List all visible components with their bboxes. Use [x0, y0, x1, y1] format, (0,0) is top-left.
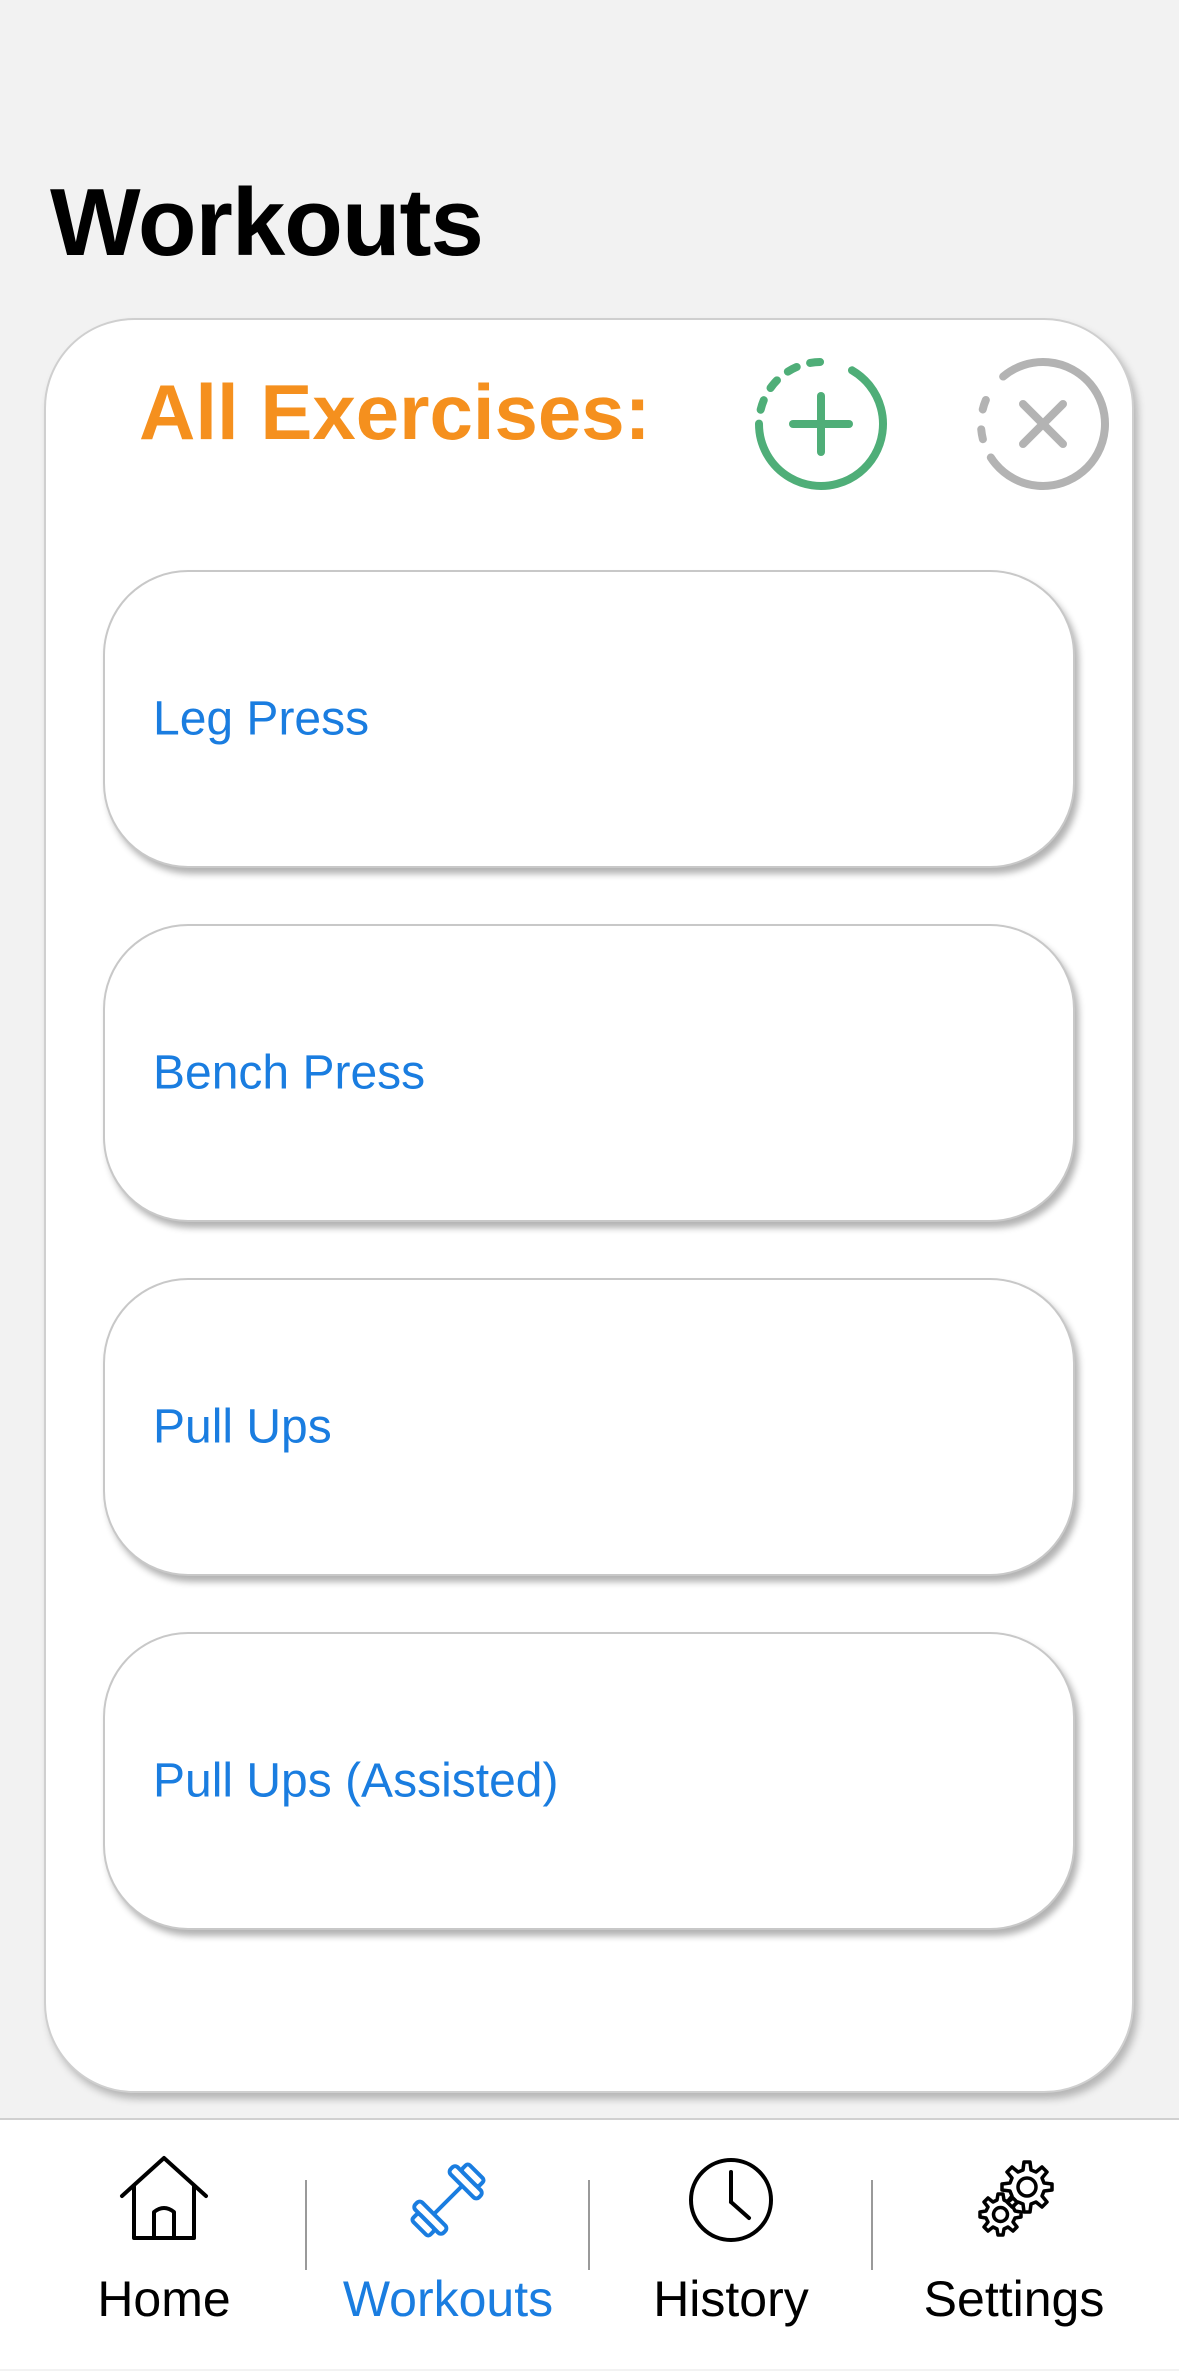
exercise-label: Leg Press: [153, 692, 370, 746]
exercise-label: Pull Ups: [153, 1400, 332, 1454]
tab-history[interactable]: History: [591, 2120, 871, 2371]
tab-label: Home: [97, 2271, 231, 2327]
tab-workouts[interactable]: Workouts: [308, 2120, 588, 2371]
tab-divider: [588, 2180, 590, 2270]
add-exercise-button[interactable]: [751, 354, 891, 494]
tab-divider: [871, 2180, 873, 2270]
exercise-card-leg-press[interactable]: Leg Press: [103, 570, 1075, 868]
exercise-card-bench-press[interactable]: Bench Press: [103, 924, 1075, 1222]
tab-home[interactable]: Home: [24, 2120, 304, 2371]
all-exercises-panel: All Exercises: Leg Press Bench Press Pul…: [44, 318, 1134, 2093]
tab-settings[interactable]: Settings: [874, 2120, 1154, 2371]
add-circle-icon: [755, 358, 887, 490]
tab-label: Workouts: [342, 2271, 554, 2327]
tab-bar: Home Workouts History Settings: [0, 2118, 1179, 2369]
house-icon: [114, 2150, 214, 2250]
tab-label: Settings: [923, 2271, 1105, 2327]
panel-title: All Exercises:: [139, 368, 651, 456]
clock-icon: [681, 2150, 781, 2250]
dumbbell-icon: [398, 2150, 498, 2250]
gear-icon: [964, 2150, 1064, 2250]
exercise-card-pull-ups[interactable]: Pull Ups: [103, 1278, 1075, 1576]
close-circle-icon: [977, 358, 1109, 490]
exercise-label: Bench Press: [153, 1046, 426, 1100]
close-button[interactable]: [973, 354, 1113, 494]
exercise-label: Pull Ups (Assisted): [153, 1754, 559, 1808]
page-title: Workouts: [50, 169, 484, 276]
tab-label: History: [653, 2271, 809, 2327]
exercise-card-pull-ups-assisted[interactable]: Pull Ups (Assisted): [103, 1632, 1075, 1930]
tab-divider: [305, 2180, 307, 2270]
